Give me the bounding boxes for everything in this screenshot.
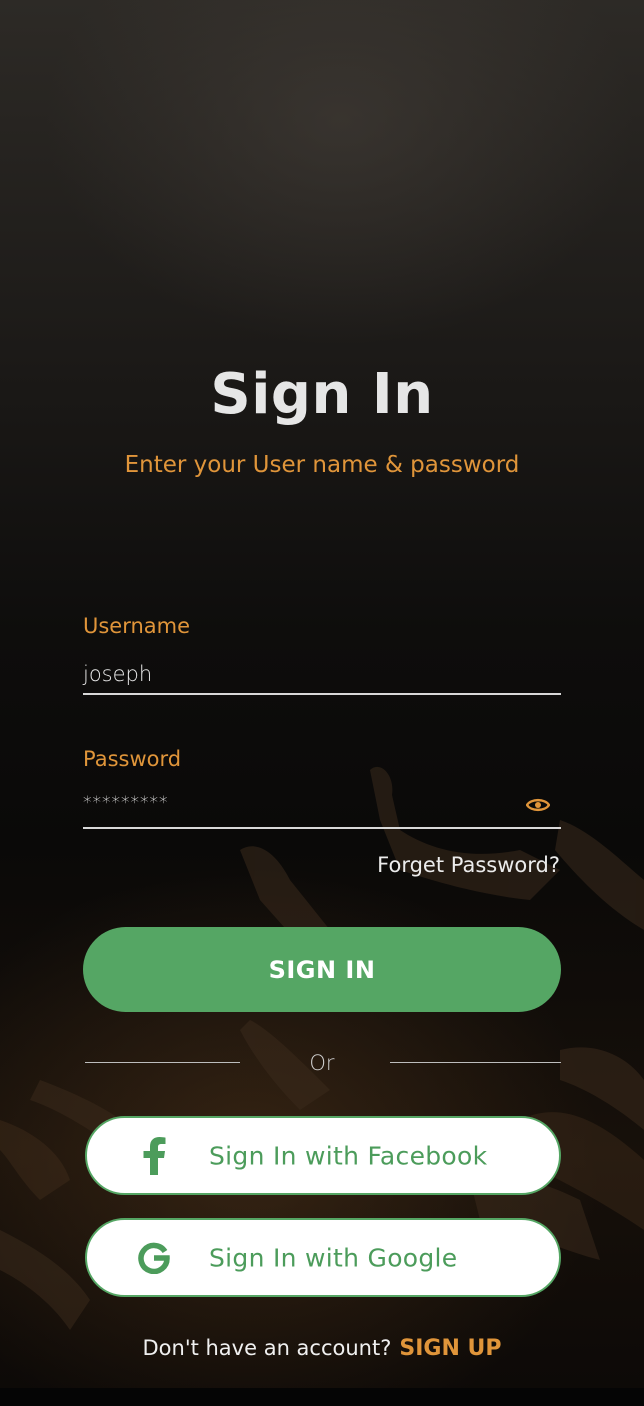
- sign-in-screen: Sign In Enter your User name & password …: [0, 0, 644, 1406]
- google-icon: [137, 1238, 171, 1278]
- eye-icon[interactable]: [526, 797, 550, 813]
- username-underline: [83, 693, 561, 695]
- divider-line-left: [85, 1062, 240, 1063]
- sign-in-button[interactable]: SIGN IN: [83, 927, 561, 1012]
- crowd-background-image: [0, 766, 644, 1330]
- facebook-icon: [137, 1136, 171, 1176]
- facebook-sign-in-label: Sign In with Facebook: [209, 1141, 488, 1170]
- google-sign-in-button[interactable]: Sign In with Google: [85, 1218, 561, 1297]
- sign-up-prompt: Don't have an account? SIGN UP: [0, 1336, 644, 1361]
- sign-up-link[interactable]: SIGN UP: [399, 1336, 501, 1361]
- password-underline: [83, 827, 561, 829]
- forgot-password-link[interactable]: Forget Password?: [377, 853, 560, 877]
- username-input[interactable]: joseph: [83, 662, 152, 686]
- facebook-sign-in-button[interactable]: Sign In with Facebook: [85, 1116, 561, 1195]
- no-account-text: Don't have an account?: [142, 1336, 392, 1360]
- page-subtitle: Enter your User name & password: [124, 452, 520, 478]
- divider-line-right: [390, 1062, 561, 1063]
- google-sign-in-label: Sign In with Google: [209, 1243, 458, 1272]
- divider-or-label: Or: [309, 1051, 335, 1075]
- bottom-bar: [0, 1388, 644, 1406]
- sign-in-button-label: SIGN IN: [268, 955, 376, 984]
- page-title: Sign In: [210, 362, 434, 427]
- password-input[interactable]: *********: [83, 793, 169, 813]
- password-label: Password: [83, 747, 182, 771]
- username-label: Username: [83, 614, 191, 638]
